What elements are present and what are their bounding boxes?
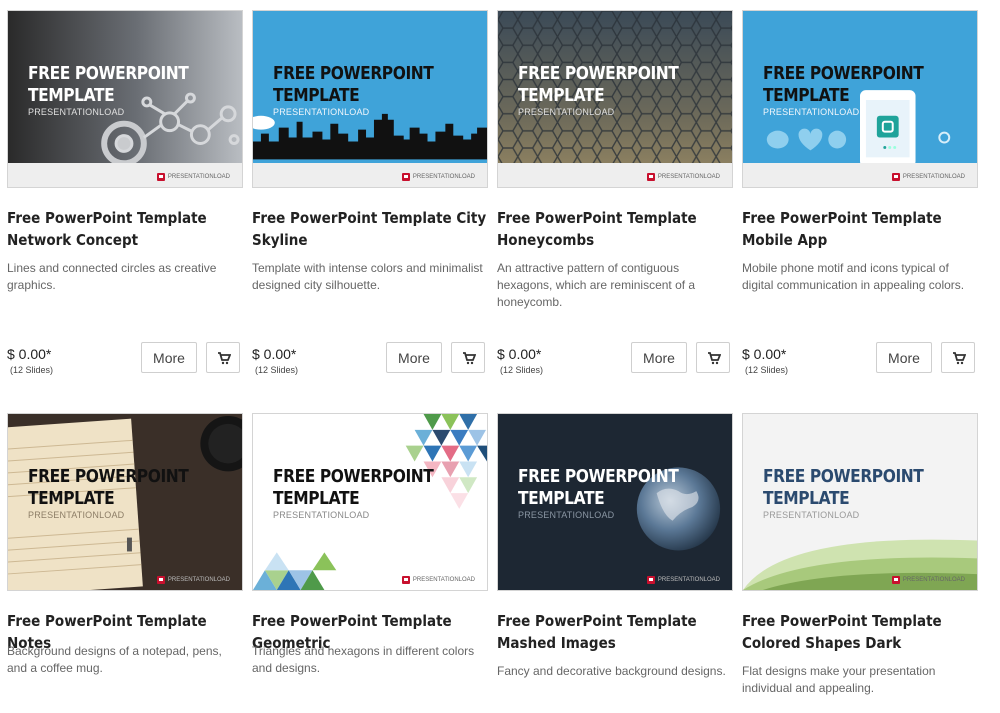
shopping-cart-icon	[218, 352, 231, 365]
product-thumbnail[interactable]: FREE POWERPOINT TEMPLATE PRESENTATIONLOA…	[252, 10, 488, 188]
product-description: Lines and connected circles as creative …	[7, 261, 217, 292]
presentationload-logo-icon	[401, 576, 410, 584]
thumb-title-line1: FREE POWERPOINT	[763, 466, 924, 487]
add-to-cart-button[interactable]	[941, 342, 975, 373]
product-description: An attractive pattern of contiguous hexa…	[497, 261, 696, 309]
product-thumbnail[interactable]: FREE POWERPOINT TEMPLATE PRESENTATIONLOA…	[497, 413, 733, 591]
thumb-title-line1: FREE POWERPOINT	[763, 63, 924, 84]
product-title[interactable]: Free PowerPoint Template Mobile App	[742, 207, 981, 251]
brand-logo: PRESENTATIONLOAD	[646, 576, 720, 584]
more-button[interactable]: More	[141, 342, 197, 373]
thumb-title-line1: FREE POWERPOINT	[273, 63, 434, 84]
thumb-subtitle: PRESENTATIONLOAD	[763, 510, 860, 520]
product-title[interactable]: Free PowerPoint Template Network Concept	[7, 207, 246, 251]
add-to-cart-button[interactable]	[206, 342, 240, 373]
thumb-title-line2: TEMPLATE	[763, 488, 850, 509]
thumb-title-line2: TEMPLATE	[273, 85, 360, 106]
more-button[interactable]: More	[386, 342, 442, 373]
product-card-notes: FREE POWERPOINT TEMPLATE PRESENTATIONLOA…	[7, 413, 243, 675]
product-thumbnail[interactable]: FREE POWERPOINT TEMPLATE PRESENTATIONLOA…	[742, 10, 978, 188]
thumb-subtitle: PRESENTATIONLOAD	[28, 510, 125, 520]
product-description: Flat designs make your presentation indi…	[742, 664, 936, 695]
product-price: $ 0.00*	[252, 346, 297, 362]
brand-logo: PRESENTATIONLOAD	[156, 173, 230, 181]
thumb-subtitle: PRESENTATIONLOAD	[518, 107, 615, 117]
presentationload-logo-icon	[891, 576, 900, 584]
product-thumbnail[interactable]: FREE POWERPOINT TEMPLATE PRESENTATIONLOA…	[252, 413, 488, 591]
product-thumbnail[interactable]: FREE POWERPOINT TEMPLATE PRESENTATIONLOA…	[742, 413, 978, 591]
brand-logo: PRESENTATIONLOAD	[401, 173, 475, 181]
product-thumbnail[interactable]: FREE POWERPOINT TEMPLATE PRESENTATIONLOA…	[497, 10, 733, 188]
product-price: $ 0.00*	[497, 346, 542, 362]
brand-logo: PRESENTATIONLOAD	[401, 576, 475, 584]
thumb-title-line1: FREE POWERPOINT	[273, 466, 434, 487]
presentationload-logo-icon	[646, 173, 655, 181]
shopping-cart-icon	[463, 352, 476, 365]
brand-logo: PRESENTATIONLOAD	[891, 576, 965, 584]
thumb-subtitle: PRESENTATIONLOAD	[518, 510, 615, 520]
product-description: Triangles and hexagons in different colo…	[252, 644, 475, 675]
presentationload-logo-icon	[156, 576, 165, 584]
product-thumbnail[interactable]: FREE POWERPOINT TEMPLATE PRESENTATIONLOA…	[7, 10, 243, 188]
product-description: Background designs of a notepad, pens, a…	[7, 644, 222, 675]
product-card-mashed-images: FREE POWERPOINT TEMPLATE PRESENTATIONLOA…	[497, 413, 733, 678]
product-card-network-concept: FREE POWERPOINT TEMPLATE PRESENTATIONLOA…	[7, 10, 243, 375]
more-button[interactable]: More	[631, 342, 687, 373]
thumb-subtitle: PRESENTATIONLOAD	[763, 107, 860, 117]
brand-logo: PRESENTATIONLOAD	[646, 173, 720, 181]
add-to-cart-button[interactable]	[696, 342, 730, 373]
presentationload-logo-icon	[401, 173, 410, 181]
add-to-cart-button[interactable]	[451, 342, 485, 373]
product-title[interactable]: Free PowerPoint Template City Skyline	[252, 207, 491, 251]
product-title[interactable]: Free PowerPoint Template Honeycombs	[497, 207, 736, 251]
thumb-subtitle: PRESENTATIONLOAD	[28, 107, 125, 117]
thumb-subtitle: PRESENTATIONLOAD	[273, 107, 370, 117]
product-card-colored-shapes-dark: FREE POWERPOINT TEMPLATE PRESENTATIONLOA…	[742, 413, 978, 695]
product-card-honeycombs: FREE POWERPOINT TEMPLATE PRESENTATIONLOA…	[497, 10, 733, 375]
thumb-title-line1: FREE POWERPOINT	[28, 466, 189, 487]
slide-count: (12 Slides)	[10, 365, 54, 375]
brand-logo: PRESENTATIONLOAD	[891, 173, 965, 181]
thumb-title-line1: FREE POWERPOINT	[28, 63, 189, 84]
product-thumbnail[interactable]: FREE POWERPOINT TEMPLATE PRESENTATIONLOA…	[7, 413, 243, 591]
product-card-mobile-app: FREE POWERPOINT TEMPLATE PRESENTATIONLOA…	[742, 10, 978, 375]
more-button[interactable]: More	[876, 342, 932, 373]
thumb-title-line2: TEMPLATE	[518, 488, 605, 509]
product-card-city-skyline: FREE POWERPOINT TEMPLATE PRESENTATIONLOA…	[252, 10, 488, 375]
product-title[interactable]: Free PowerPoint Template Colored Shapes …	[742, 610, 981, 654]
thumb-title-line2: TEMPLATE	[763, 85, 850, 106]
brand-logo: PRESENTATIONLOAD	[156, 576, 230, 584]
thumb-title-line1: FREE POWERPOINT	[518, 63, 679, 84]
thumb-title-line2: TEMPLATE	[28, 488, 115, 509]
thumb-title-line2: TEMPLATE	[273, 488, 360, 509]
product-description: Fancy and decorative background designs.	[497, 664, 726, 678]
presentationload-logo-icon	[891, 173, 900, 181]
slide-count: (12 Slides)	[500, 365, 544, 375]
product-description: Template with intense colors and minimal…	[252, 261, 483, 292]
product-price: $ 0.00*	[7, 346, 52, 362]
shopping-cart-icon	[953, 352, 966, 365]
product-description: Mobile phone motif and icons typical of …	[742, 261, 965, 292]
product-card-geometric: FREE POWERPOINT TEMPLATE PRESENTATIONLOA…	[252, 413, 488, 675]
shopping-cart-icon	[708, 352, 721, 365]
presentationload-logo-icon	[646, 576, 655, 584]
thumb-subtitle: PRESENTATIONLOAD	[273, 510, 370, 520]
thumb-title-line2: TEMPLATE	[518, 85, 605, 106]
thumb-title-line2: TEMPLATE	[28, 85, 115, 106]
product-title[interactable]: Free PowerPoint Template Mashed Images	[497, 610, 736, 654]
slide-count: (12 Slides)	[255, 365, 299, 375]
presentationload-logo-icon	[156, 173, 165, 181]
slide-count: (12 Slides)	[745, 365, 789, 375]
product-price: $ 0.00*	[742, 346, 787, 362]
thumb-title-line1: FREE POWERPOINT	[518, 466, 679, 487]
